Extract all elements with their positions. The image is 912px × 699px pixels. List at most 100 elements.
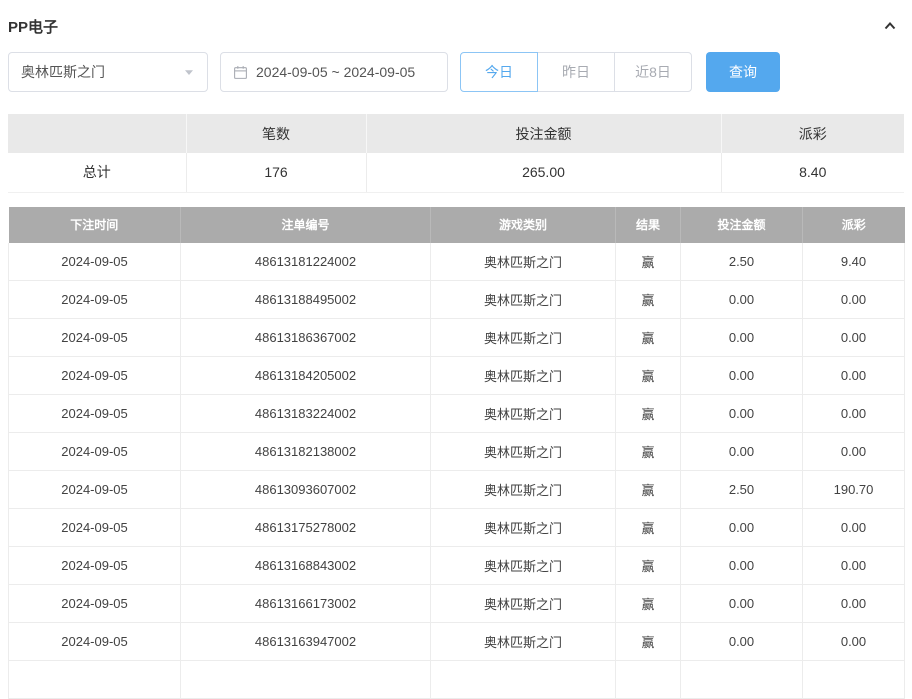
payout: 9.40 — [803, 243, 905, 281]
filter-bar: 奥林匹斯之门 2024-09-05 ~ 2024-09-05 今日 昨日 近8日… — [8, 52, 904, 92]
today-button[interactable]: 今日 — [460, 52, 538, 92]
summary-header-count: 笔数 — [186, 114, 366, 153]
result: 赢 — [616, 395, 681, 433]
summary-total-count: 176 — [186, 153, 366, 192]
game-select-value: 奥林匹斯之门 — [21, 62, 105, 82]
bet-records-table: 下注时间 注单编号 游戏类别 结果 投注金额 派彩 2024-09-05 486… — [8, 207, 905, 699]
game-select[interactable]: 奥林匹斯之门 — [8, 52, 208, 92]
bet-amount: 2.50 — [681, 243, 803, 281]
result: 赢 — [616, 243, 681, 281]
game-type: 奥林匹斯之门 — [431, 395, 616, 433]
table-row-partial — [9, 661, 905, 699]
bet-amount: 2.50 — [681, 471, 803, 509]
game-type: 奥林匹斯之门 — [431, 471, 616, 509]
quick-date-button-group: 今日 昨日 近8日 — [460, 52, 692, 92]
date-range-value: 2024-09-05 ~ 2024-09-05 — [256, 64, 415, 80]
bet-time: 2024-09-05 — [9, 281, 181, 319]
yesterday-button[interactable]: 昨日 — [537, 52, 615, 92]
payout: 0.00 — [803, 623, 905, 661]
payout: 190.70 — [803, 471, 905, 509]
bet-time: 2024-09-05 — [9, 433, 181, 471]
bet-time: 2024-09-05 — [9, 509, 181, 547]
result: 赢 — [616, 623, 681, 661]
collapse-button[interactable] — [876, 14, 904, 38]
game-type: 奥林匹斯之门 — [431, 281, 616, 319]
last-8-days-button[interactable]: 近8日 — [614, 52, 692, 92]
game-type: 奥林匹斯之门 — [431, 243, 616, 281]
table-row: 2024-09-05 48613186367002 奥林匹斯之门 赢 0.00 … — [9, 319, 905, 357]
game-type: 奥林匹斯之门 — [431, 357, 616, 395]
result: 赢 — [616, 319, 681, 357]
payout: 0.00 — [803, 319, 905, 357]
date-range-input[interactable]: 2024-09-05 ~ 2024-09-05 — [220, 52, 448, 92]
game-type: 奥林匹斯之门 — [431, 547, 616, 585]
bet-time: 2024-09-05 — [9, 471, 181, 509]
bet-amount: 0.00 — [681, 509, 803, 547]
bet-time: 2024-09-05 — [9, 395, 181, 433]
col-result: 结果 — [616, 207, 681, 243]
game-type: 奥林匹斯之门 — [431, 433, 616, 471]
result: 赢 — [616, 509, 681, 547]
result: 赢 — [616, 471, 681, 509]
bet-amount: 0.00 — [681, 395, 803, 433]
payout: 0.00 — [803, 281, 905, 319]
summary-table: 笔数 投注金额 派彩 总计 176 265.00 8.40 — [8, 114, 904, 193]
table-row: 2024-09-05 48613166173002 奥林匹斯之门 赢 0.00 … — [9, 585, 905, 623]
order-id: 48613093607002 — [181, 471, 431, 509]
order-id: 48613184205002 — [181, 357, 431, 395]
summary-total-bet-amount: 265.00 — [366, 153, 721, 192]
page-title: PP电子 — [8, 16, 58, 37]
table-row: 2024-09-05 48613182138002 奥林匹斯之门 赢 0.00 … — [9, 433, 905, 471]
order-id: 48613186367002 — [181, 319, 431, 357]
summary-header-bet-amount: 投注金额 — [366, 114, 721, 153]
bet-amount: 0.00 — [681, 319, 803, 357]
table-row: 2024-09-05 48613175278002 奥林匹斯之门 赢 0.00 … — [9, 509, 905, 547]
order-id: 48613175278002 — [181, 509, 431, 547]
col-game-type: 游戏类别 — [431, 207, 616, 243]
result: 赢 — [616, 357, 681, 395]
result: 赢 — [616, 585, 681, 623]
summary-header-blank — [8, 114, 186, 153]
table-row: 2024-09-05 48613181224002 奥林匹斯之门 赢 2.50 … — [9, 243, 905, 281]
order-id: 48613168843002 — [181, 547, 431, 585]
payout: 0.00 — [803, 509, 905, 547]
query-button[interactable]: 查询 — [706, 52, 780, 92]
table-row: 2024-09-05 48613163947002 奥林匹斯之门 赢 0.00 … — [9, 623, 905, 661]
bet-time: 2024-09-05 — [9, 357, 181, 395]
result: 赢 — [616, 281, 681, 319]
order-id: 48613188495002 — [181, 281, 431, 319]
col-bet-amount: 投注金额 — [681, 207, 803, 243]
payout: 0.00 — [803, 395, 905, 433]
summary-total-row: 总计 176 265.00 8.40 — [8, 153, 904, 192]
bet-amount: 0.00 — [681, 547, 803, 585]
caret-down-icon — [183, 66, 195, 78]
summary-total-payout: 8.40 — [721, 153, 904, 192]
col-payout: 派彩 — [803, 207, 905, 243]
payout: 0.00 — [803, 357, 905, 395]
payout: 0.00 — [803, 585, 905, 623]
bet-time: 2024-09-05 — [9, 547, 181, 585]
game-type: 奥林匹斯之门 — [431, 319, 616, 357]
table-header-row: 下注时间 注单编号 游戏类别 结果 投注金额 派彩 — [9, 207, 905, 243]
order-id: 48613183224002 — [181, 395, 431, 433]
order-id: 48613182138002 — [181, 433, 431, 471]
bet-amount: 0.00 — [681, 623, 803, 661]
result: 赢 — [616, 433, 681, 471]
game-type: 奥林匹斯之门 — [431, 623, 616, 661]
calendar-icon — [233, 65, 248, 80]
order-id: 48613166173002 — [181, 585, 431, 623]
table-row: 2024-09-05 48613168843002 奥林匹斯之门 赢 0.00 … — [9, 547, 905, 585]
bet-amount: 0.00 — [681, 357, 803, 395]
game-type: 奥林匹斯之门 — [431, 585, 616, 623]
payout: 0.00 — [803, 547, 905, 585]
bet-amount: 0.00 — [681, 585, 803, 623]
bet-amount: 0.00 — [681, 281, 803, 319]
table-row: 2024-09-05 48613188495002 奥林匹斯之门 赢 0.00 … — [9, 281, 905, 319]
order-id: 48613163947002 — [181, 623, 431, 661]
table-row: 2024-09-05 48613093607002 奥林匹斯之门 赢 2.50 … — [9, 471, 905, 509]
payout: 0.00 — [803, 433, 905, 471]
summary-header-row: 笔数 投注金额 派彩 — [8, 114, 904, 153]
summary-total-label: 总计 — [8, 153, 186, 192]
bet-time: 2024-09-05 — [9, 319, 181, 357]
col-bet-time: 下注时间 — [9, 207, 181, 243]
